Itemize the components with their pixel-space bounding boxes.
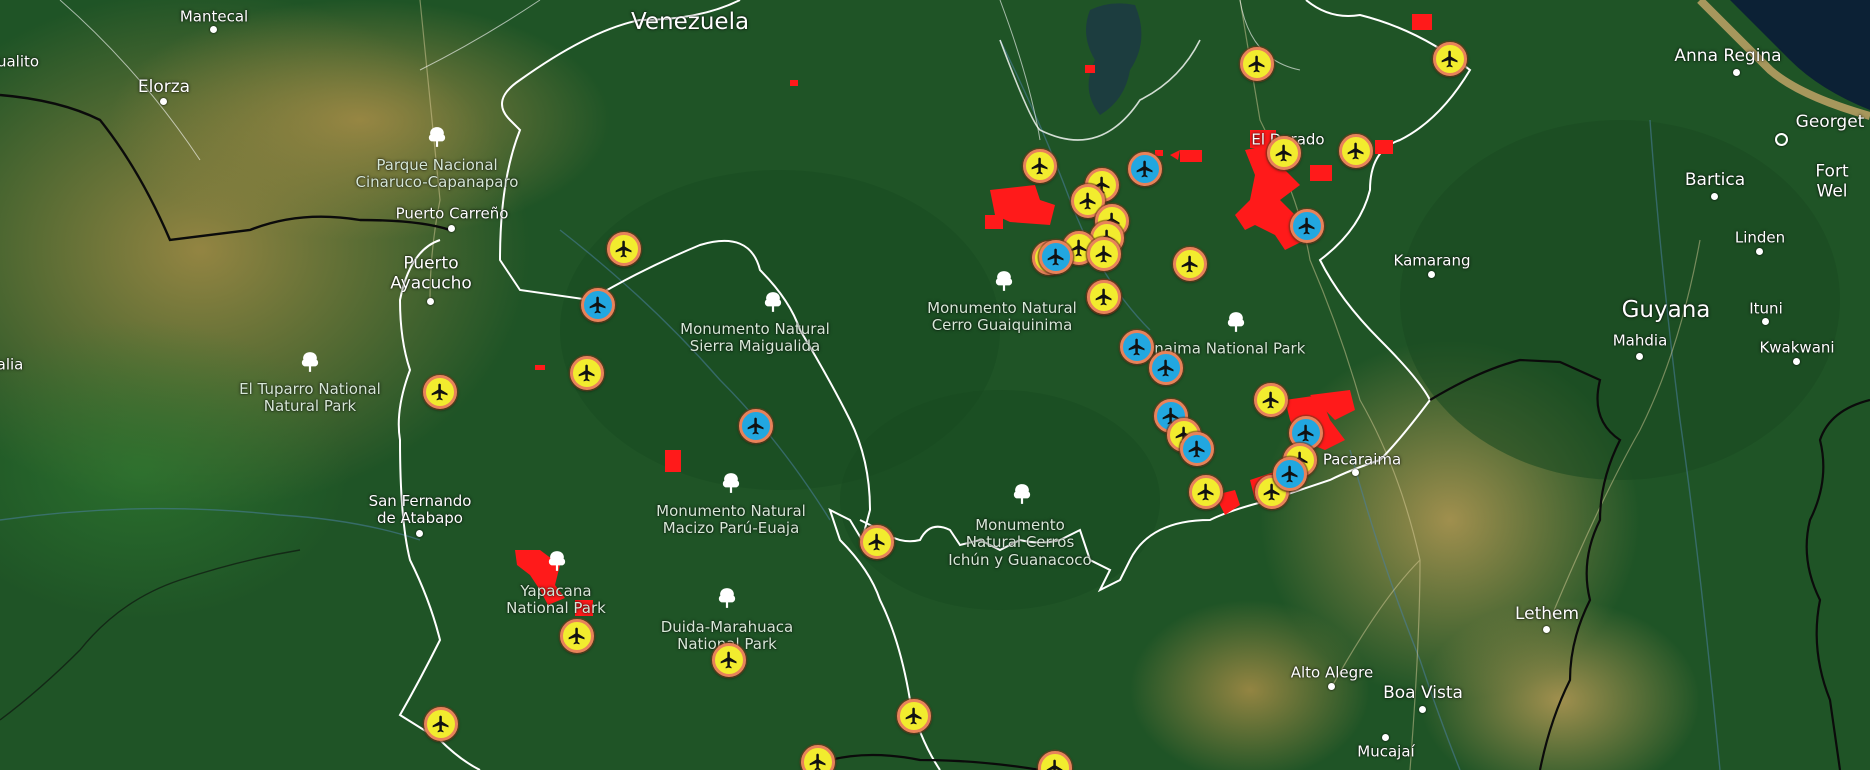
airstrip-marker[interactable] [581,288,615,322]
airstrip-marker[interactable] [712,643,746,677]
airstrip-marker[interactable] [570,356,604,390]
airstrip-marker[interactable] [1173,247,1207,281]
airstrip-marker[interactable] [1254,383,1288,417]
airplane-icon [1128,338,1145,356]
city-dot [1793,358,1800,365]
city-dot [1762,318,1769,325]
airplane-icon [1197,483,1214,501]
park-tree-icon [1013,484,1031,504]
airstrip-marker[interactable] [1290,209,1324,243]
park-tree-icon [428,127,446,147]
airplane-icon [1188,440,1205,458]
city-dot [1733,69,1740,76]
park-tree-icon [301,352,319,372]
airstrip-marker[interactable] [1240,47,1274,81]
airstrip-marker[interactable] [423,375,457,409]
airstrip-marker[interactable] [897,699,931,733]
park-tree-icon [1227,312,1245,332]
airstrip-marker[interactable] [424,707,458,741]
city-dot [1382,734,1389,741]
airstrip-marker[interactable] [739,409,773,443]
airstrip-marker[interactable] [1433,42,1467,76]
city-dot [427,298,434,305]
city-dot [1636,353,1643,360]
airstrip-marker[interactable] [1339,134,1373,168]
park-tree-icon [995,271,1013,291]
city-dot [448,225,455,232]
capital-dot [1775,133,1788,146]
airplane-icon [1095,245,1112,263]
airplane-icon [1046,759,1063,770]
airplane-icon [1347,142,1364,160]
airplane-icon [431,383,448,401]
park-tree-icon [548,551,566,571]
airplane-icon [1297,424,1314,442]
park-tree-icon [764,292,782,312]
airplane-icon [1275,144,1292,162]
airplane-icon [1281,465,1298,483]
airstrip-marker[interactable] [607,232,641,266]
airplane-icon [589,296,606,314]
airplane-icon [868,533,885,551]
map-base-layer [0,0,1870,770]
airplane-icon [1262,391,1279,409]
airstrip-marker[interactable] [1273,457,1307,491]
airplane-icon [1181,255,1198,273]
airstrip-marker[interactable] [860,525,894,559]
city-dot [1756,248,1763,255]
airstrip-marker[interactable] [1023,149,1057,183]
airstrip-marker[interactable] [1128,152,1162,186]
park-tree-icon [718,588,736,608]
map-view[interactable]: Venezuela Guyana Mantecal ualito Elorza … [0,0,1870,770]
city-dot [1352,469,1359,476]
airplane-icon [1047,248,1064,266]
airplane-icon [747,417,764,435]
airplane-icon [1079,192,1096,210]
city-dot [1543,626,1550,633]
airstrip-marker[interactable] [1267,136,1301,170]
airplane-icon [578,364,595,382]
airstrip-marker[interactable] [1039,240,1073,274]
airplane-icon [809,753,826,770]
city-dot [1711,193,1718,200]
airplane-icon [1031,157,1048,175]
airplane-icon [1441,50,1458,68]
airplane-icon [432,715,449,733]
park-tree-icon [722,473,740,493]
city-dot [1428,271,1435,278]
city-dot [1419,706,1426,713]
airplane-icon [1298,217,1315,235]
airstrip-marker[interactable] [1189,475,1223,509]
airstrip-marker[interactable] [1087,237,1121,271]
airplane-icon [615,240,632,258]
airplane-icon [905,707,922,725]
airstrip-marker[interactable] [1087,280,1121,314]
airstrip-marker[interactable] [1149,351,1183,385]
airplane-icon [1136,160,1153,178]
city-dot [210,26,217,33]
city-dot [160,98,167,105]
airstrip-marker[interactable] [1120,330,1154,364]
city-dot [416,530,423,537]
airstrip-marker[interactable] [1180,432,1214,466]
airplane-icon [1095,288,1112,306]
airplane-icon [568,627,585,645]
city-dot [1328,683,1335,690]
airstrip-marker[interactable] [560,619,594,653]
airplane-icon [720,651,737,669]
airplane-icon [1157,359,1174,377]
airplane-icon [1248,55,1265,73]
